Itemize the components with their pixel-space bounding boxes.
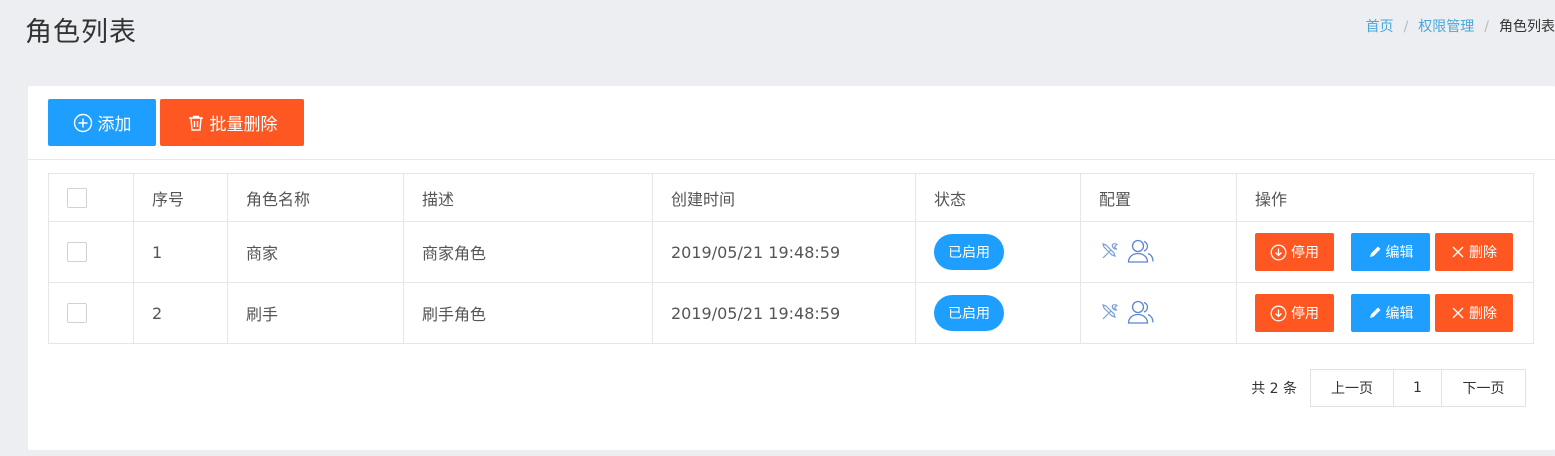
delete-label: 删除 xyxy=(1469,306,1497,322)
header-description: 描述 xyxy=(403,173,653,222)
role-table: 序号 角色名称 描述 创建时间 状态 配置 操作 1 商家 商家角色 2019/… xyxy=(48,173,1534,344)
add-button-label: 添加 xyxy=(97,115,132,135)
delete-button[interactable]: 删除 xyxy=(1435,294,1513,332)
header-role-name: 角色名称 xyxy=(227,173,404,222)
toolbar: 添加 批量删除 xyxy=(28,86,1555,160)
pencil-icon xyxy=(1369,307,1380,318)
edit-button[interactable]: 编辑 xyxy=(1351,294,1430,332)
row-index: 1 xyxy=(133,221,228,283)
edit-button[interactable]: 编辑 xyxy=(1351,233,1430,271)
batch-delete-button[interactable]: 批量删除 xyxy=(160,99,304,146)
row-select-cell xyxy=(48,282,134,344)
row-config-cell xyxy=(1080,282,1237,344)
plus-circle-icon xyxy=(73,113,92,132)
breadcrumb-current: 角色列表 xyxy=(1499,19,1555,35)
close-icon xyxy=(1452,307,1464,319)
row-created-time: 2019/05/21 19:48:59 xyxy=(652,282,916,344)
arrow-down-circle-icon xyxy=(1270,244,1287,260)
add-button[interactable]: 添加 xyxy=(48,99,156,146)
tools-icon[interactable] xyxy=(1099,240,1121,262)
trash-icon xyxy=(188,115,203,131)
table-header-row: 序号 角色名称 描述 创建时间 状态 配置 操作 xyxy=(48,173,1534,222)
table-row: 1 商家 商家角色 2019/05/21 19:48:59 已启用 停用 编辑 … xyxy=(48,221,1534,283)
breadcrumb-home[interactable]: 首页 xyxy=(1366,19,1394,35)
header-created-time: 创建时间 xyxy=(652,173,916,222)
status-badge[interactable]: 已启用 xyxy=(934,295,1004,331)
disable-button[interactable]: 停用 xyxy=(1255,294,1334,332)
header-actions: 操作 xyxy=(1236,173,1534,222)
row-description: 商家角色 xyxy=(403,221,653,283)
next-page-button[interactable]: 下一页 xyxy=(1442,369,1526,407)
header-status: 状态 xyxy=(915,173,1081,222)
pagination-total: 共 2 条 xyxy=(1251,381,1297,397)
row-description: 刷手角色 xyxy=(403,282,653,344)
row-status-cell: 已启用 xyxy=(915,221,1081,283)
breadcrumb-permission[interactable]: 权限管理 xyxy=(1418,19,1474,35)
delete-button[interactable]: 删除 xyxy=(1435,233,1513,271)
user-icon[interactable] xyxy=(1127,238,1155,264)
edit-label: 编辑 xyxy=(1385,245,1414,261)
row-actions-cell: 停用 编辑 删除 xyxy=(1236,221,1534,283)
breadcrumb: 首页 / 权限管理 / 角色列表 xyxy=(1366,16,1555,36)
batch-delete-label: 批量删除 xyxy=(209,115,278,135)
arrow-down-circle-icon xyxy=(1270,305,1287,321)
tools-icon[interactable] xyxy=(1099,301,1121,323)
disable-button[interactable]: 停用 xyxy=(1255,233,1334,271)
pencil-icon xyxy=(1369,246,1380,257)
header-index: 序号 xyxy=(133,173,228,222)
close-icon xyxy=(1452,246,1464,258)
status-badge[interactable]: 已启用 xyxy=(934,234,1004,270)
header-select-all xyxy=(48,173,134,222)
header-config: 配置 xyxy=(1080,173,1237,222)
disable-label: 停用 xyxy=(1291,306,1319,322)
breadcrumb-separator: / xyxy=(1403,19,1409,35)
prev-page-button[interactable]: 上一页 xyxy=(1310,369,1394,407)
edit-label: 编辑 xyxy=(1385,306,1414,322)
delete-label: 删除 xyxy=(1469,245,1497,261)
row-checkbox[interactable] xyxy=(67,242,87,263)
row-actions-cell: 停用 编辑 删除 xyxy=(1236,282,1534,344)
content-panel: 添加 批量删除 序号 角色名称 描述 创建时间 状态 配置 操作 1 商家 商家… xyxy=(28,86,1555,450)
pagination: 共 2 条 上一页 1 下一页 xyxy=(1251,369,1526,407)
page-title: 角色列表 xyxy=(25,17,137,48)
row-status-cell: 已启用 xyxy=(915,282,1081,344)
row-created-time: 2019/05/21 19:48:59 xyxy=(652,221,916,283)
row-role-name: 刷手 xyxy=(227,282,404,344)
table-row: 2 刷手 刷手角色 2019/05/21 19:48:59 已启用 停用 编辑 … xyxy=(48,282,1534,344)
row-select-cell xyxy=(48,221,134,283)
select-all-checkbox[interactable] xyxy=(67,187,87,208)
row-role-name: 商家 xyxy=(227,221,404,283)
user-icon[interactable] xyxy=(1127,299,1155,325)
row-config-cell xyxy=(1080,221,1237,283)
disable-label: 停用 xyxy=(1291,245,1319,261)
row-index: 2 xyxy=(133,282,228,344)
row-checkbox[interactable] xyxy=(67,303,87,324)
page-number-button[interactable]: 1 xyxy=(1394,369,1442,407)
breadcrumb-separator: / xyxy=(1484,19,1489,35)
